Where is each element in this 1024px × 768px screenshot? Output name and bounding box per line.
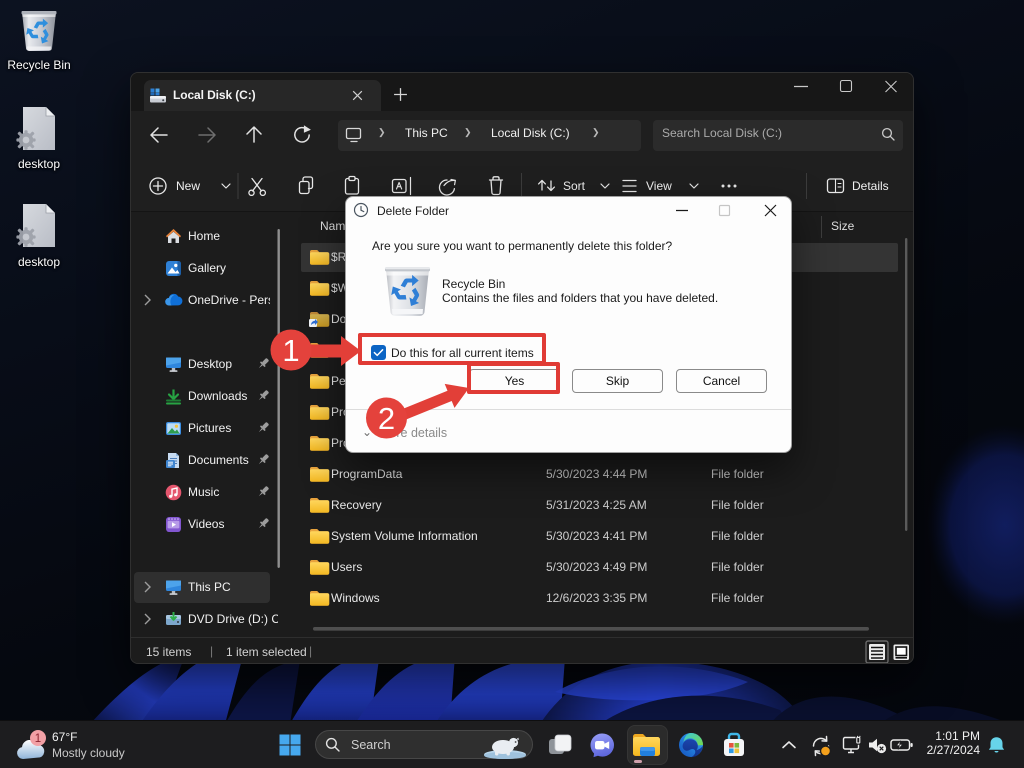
svg-text:1: 1 bbox=[35, 733, 41, 745]
